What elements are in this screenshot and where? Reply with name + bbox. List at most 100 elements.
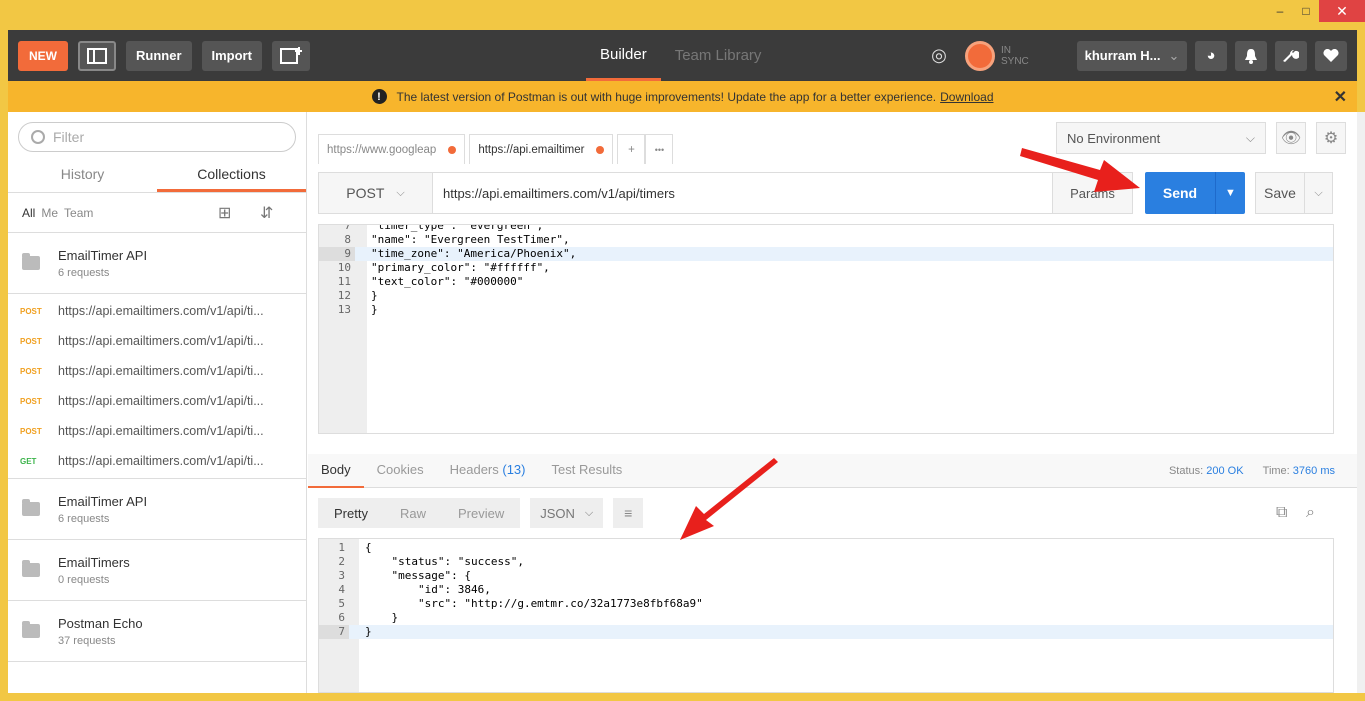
unsaved-dot-icon [448,145,457,154]
format-raw[interactable]: Raw [383,498,442,528]
method-value: POST [346,185,385,201]
more-tabs-button[interactable]: ••• [645,134,674,164]
collection-item[interactable]: EmailTimer API 6 requests [8,479,306,540]
add-tab-button[interactable]: + [617,134,646,164]
response-body-viewer[interactable]: 1{ 2 "status": "success", 3 "message": {… [318,538,1334,693]
filter-input[interactable]: Filter [18,122,296,152]
banner-close-icon[interactable]: ✕ [1334,87,1347,107]
request-item[interactable]: POST https://api.emailtimers.com/v1/api/t… [8,296,306,326]
tab-history[interactable]: History [8,160,157,192]
filter-placeholder: Filter [53,129,85,145]
sync-icon[interactable] [965,40,995,71]
code-line: 7 "timer_type": "evergreen", [344,224,544,232]
tab-headers[interactable]: Headers (13) [437,454,539,488]
settings-wrench-icon[interactable] [1275,40,1307,71]
heart-icon[interactable] [1315,40,1347,71]
collection-item[interactable]: EmailTimer API 6 requests [8,233,306,294]
app-header: NEW Runner Import Builder Team Library ◎… [8,30,1357,81]
chevron-down-icon: ⌵ [1245,130,1255,145]
method-select[interactable]: POST ⌵ [318,172,433,214]
request-url: https://api.emailtimers.com/v1/api/ti... [58,334,264,348]
request-tab[interactable]: https://www.googleap [318,134,466,164]
tab-collections[interactable]: Collections [157,160,306,192]
folder-icon [22,621,40,638]
format-type-select[interactable]: JSON ⌵ [530,498,604,528]
folder-icon [22,253,40,270]
heart-shape [1323,48,1339,62]
import-button[interactable]: Import [201,40,262,71]
tab-body[interactable]: Body [308,454,364,488]
code-line: 2 "status": "success", [338,555,524,568]
code-line: 4 "id": 3846, [338,583,491,596]
warning-icon: ! [371,89,387,104]
interceptor-icon[interactable]: ◎ [925,42,953,70]
collection-item[interactable]: EmailTimers 0 requests [8,540,306,601]
new-window-button[interactable] [271,40,310,71]
maximize-button[interactable]: □ [1293,0,1319,22]
status-label: Status: [1168,464,1204,477]
code-line: 10 "primary_color": "#ffffff", [337,261,550,274]
url-input[interactable]: https://api.emailtimers.com/v1/api/timer… [433,172,1053,214]
new-button[interactable]: NEW [18,40,68,71]
request-item[interactable]: GET https://api.emailtimers.com/v1/api/ti… [8,446,306,476]
response-format-bar: Pretty Raw Preview JSON ⌵ ≡ [318,498,644,528]
collection-count: 6 requests [58,512,110,525]
code-line: 13} [337,303,378,316]
environment-quick-look-icon[interactable]: 👁 [1276,122,1306,154]
status-value: 200 OK [1206,464,1244,477]
environment-select[interactable]: No Environment ⌵ [1056,122,1266,154]
method-badge: POST [20,336,42,346]
user-menu-button[interactable]: khurram H... ⌄ [1077,40,1187,71]
format-type-value: JSON [540,505,575,521]
copy-icon[interactable]: ⧉ [1276,504,1287,522]
request-item[interactable]: POST https://api.emailtimers.com/v1/api/t… [8,356,306,386]
capture-icon[interactable]: ◕ [1195,40,1227,71]
filter-all[interactable]: All [22,206,35,220]
tab-test-results[interactable]: Test Results [539,454,636,488]
request-item[interactable]: POST https://api.emailtimers.com/v1/api/t… [8,326,306,356]
format-pretty[interactable]: Pretty [318,498,384,528]
filter-me[interactable]: Me [41,206,58,220]
send-options-button[interactable]: ▼ [1215,172,1245,214]
code-line: 8 "name": "Evergreen TestTimer", [344,233,570,246]
request-list: POST https://api.emailtimers.com/v1/api/t… [8,294,306,479]
code-line: 1{ [338,541,372,554]
unsaved-dot-icon [596,145,605,154]
notifications-icon[interactable] [1235,40,1267,71]
window-scrollbar[interactable] [1357,112,1365,693]
code-line: 5 "src": "http://g.emtmr.co/32a1773e8fbf… [338,597,703,610]
new-window-icon [279,46,302,64]
environment-value: No Environment [1067,130,1161,146]
request-item[interactable]: POST https://api.emailtimers.com/v1/api/t… [8,386,306,416]
format-preview[interactable]: Preview [441,498,521,528]
collection-item[interactable]: Postman Echo 37 requests [8,601,306,662]
send-button[interactable]: Send [1145,172,1215,214]
save-options-button[interactable]: ⌵ [1305,172,1333,214]
save-button[interactable]: Save [1255,172,1305,214]
filter-team[interactable]: Team [64,206,93,220]
sort-icon[interactable]: ⇵ [260,203,273,223]
runner-button[interactable]: Runner [126,40,192,71]
wrap-lines-icon[interactable]: ≡ [613,498,644,528]
collection-name: EmailTimers [58,554,130,570]
chevron-down-icon: ⌵ [584,506,594,519]
gear-icon[interactable]: ⚙ [1316,122,1346,154]
tab-cookies[interactable]: Cookies [364,454,437,488]
params-button[interactable]: Params [1053,172,1133,214]
download-link[interactable]: Download [940,90,993,104]
request-body-editor[interactable]: 7 "timer_type": "evergreen", 8 "name": "Ev… [318,224,1334,434]
sidebar-tabs: History Collections [8,160,306,193]
method-badge: POST [20,306,42,316]
collection-count: 0 requests [58,573,110,586]
method-badge: POST [20,396,42,406]
chevron-down-icon: ⌄ [1168,47,1180,63]
minimize-button[interactable]: – [1267,0,1293,22]
tab-team-library[interactable]: Team Library [661,30,776,81]
new-collection-icon[interactable]: ⊞ [218,203,231,223]
request-tab[interactable]: https://api.emailtimer [469,134,614,164]
tab-builder[interactable]: Builder [586,30,661,81]
toggle-sidebar-button[interactable] [78,40,116,71]
close-window-button[interactable]: ✕ [1319,0,1365,22]
search-icon[interactable]: ⌕ [1306,504,1315,522]
request-item[interactable]: POST https://api.emailtimers.com/v1/api/t… [8,416,306,446]
